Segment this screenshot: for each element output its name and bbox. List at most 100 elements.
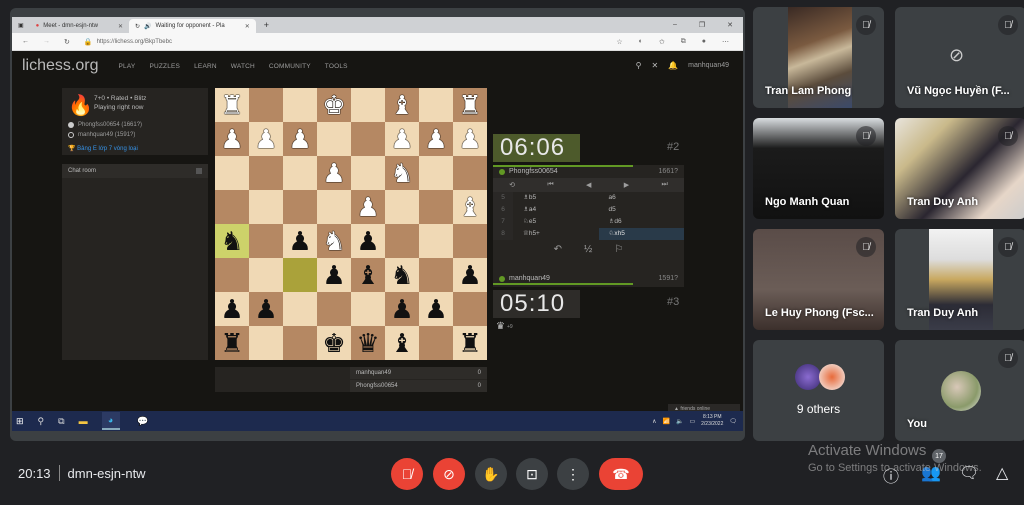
white-king-piece[interactable]: ♚ bbox=[322, 92, 345, 118]
last-move-icon[interactable]: ⏭ bbox=[662, 181, 668, 189]
restore-button[interactable]: ❐ bbox=[699, 21, 705, 29]
white-knight-piece[interactable]: ♞ bbox=[390, 160, 413, 186]
profile-icon[interactable]: ● bbox=[702, 38, 706, 46]
board-square[interactable] bbox=[283, 156, 317, 190]
board-square[interactable]: ♟ bbox=[249, 122, 283, 156]
extension-icon[interactable]: ◐ bbox=[639, 38, 643, 46]
black-pawn-piece[interactable]: ♟ bbox=[254, 296, 277, 322]
board-square[interactable] bbox=[283, 292, 317, 326]
white-player[interactable]: Phongfss00654 (1661?) bbox=[68, 122, 142, 128]
notification-bell-icon[interactable]: 🔔 bbox=[668, 61, 678, 70]
opponent-name[interactable]: Phongfss00654 bbox=[509, 168, 558, 175]
volume-icon[interactable]: 🔈 bbox=[676, 418, 683, 425]
windows-start-icon[interactable]: ⊞ bbox=[16, 416, 24, 427]
chat-toggle[interactable] bbox=[196, 168, 202, 174]
board-square[interactable]: ♟ bbox=[215, 292, 249, 326]
move-white[interactable]: ♗b5 bbox=[513, 192, 599, 204]
black-pawn-piece[interactable]: ♟ bbox=[356, 228, 379, 254]
board-square[interactable]: ♟ bbox=[283, 122, 317, 156]
board-square[interactable] bbox=[215, 258, 249, 292]
board-square[interactable]: ♛ bbox=[351, 326, 385, 360]
board-square[interactable] bbox=[215, 190, 249, 224]
edge-icon[interactable]: ◕ bbox=[101, 412, 120, 430]
close-window-button[interactable]: ✕ bbox=[727, 21, 733, 29]
white-pawn-piece[interactable]: ♟ bbox=[288, 126, 311, 152]
board-square[interactable]: ♟ bbox=[419, 292, 453, 326]
board-square[interactable] bbox=[453, 156, 487, 190]
white-bishop-piece[interactable]: ♝ bbox=[458, 194, 481, 220]
board-square[interactable] bbox=[317, 122, 351, 156]
nav-tools[interactable]: TOOLS bbox=[325, 63, 348, 70]
move-black[interactable]: ♗d6 bbox=[599, 216, 685, 228]
prev-move-icon[interactable]: ◀ bbox=[586, 181, 591, 189]
minimize-button[interactable]: – bbox=[673, 21, 677, 29]
white-pawn-piece[interactable]: ♟ bbox=[322, 160, 345, 186]
collections-icon[interactable]: ⧉ bbox=[681, 38, 686, 46]
board-square[interactable]: ♝ bbox=[385, 326, 419, 360]
board-square[interactable]: ♟ bbox=[351, 224, 385, 258]
board-square[interactable] bbox=[351, 292, 385, 326]
board-square[interactable]: ♟ bbox=[419, 122, 453, 156]
nav-puzzles[interactable]: PUZZLES bbox=[149, 63, 180, 70]
board-square[interactable] bbox=[283, 258, 317, 292]
board-square[interactable]: ♞ bbox=[385, 258, 419, 292]
more-options-button[interactable]: ⋮ bbox=[557, 458, 589, 490]
resign-flag-icon[interactable]: ⚐ bbox=[614, 244, 623, 255]
board-square[interactable]: ♟ bbox=[385, 292, 419, 326]
black-knight-piece[interactable]: ♞ bbox=[220, 228, 243, 254]
white-knight-piece[interactable]: ♞ bbox=[322, 228, 345, 254]
ct-player[interactable]: Phongfss00654 bbox=[356, 383, 398, 389]
tournament-link[interactable]: 🏆 Bảng E lớp 7 vòng loại bbox=[62, 145, 208, 157]
board-square[interactable]: ♟ bbox=[215, 122, 249, 156]
nav-play[interactable]: PLAY bbox=[118, 63, 135, 70]
white-pawn-piece[interactable]: ♟ bbox=[254, 126, 277, 152]
white-pawn-piece[interactable]: ♟ bbox=[458, 126, 481, 152]
close-tab-icon[interactable]: ✕ bbox=[118, 23, 123, 30]
board-square[interactable]: ♜ bbox=[215, 326, 249, 360]
first-move-icon[interactable]: ⏮ bbox=[547, 181, 553, 189]
board-square[interactable]: ♟ bbox=[453, 122, 487, 156]
board-square[interactable] bbox=[351, 122, 385, 156]
board-square[interactable]: ♟ bbox=[385, 122, 419, 156]
board-square[interactable]: ♞ bbox=[317, 224, 351, 258]
back-icon[interactable]: ← bbox=[22, 38, 29, 45]
board-square[interactable]: ♝ bbox=[351, 258, 385, 292]
board-square[interactable]: ♜ bbox=[215, 88, 249, 122]
flip-board-icon[interactable]: ⟲ bbox=[509, 181, 515, 189]
chat-app-icon[interactable]: 💬 bbox=[134, 412, 152, 430]
board-square[interactable]: ♟ bbox=[317, 156, 351, 190]
board-square[interactable] bbox=[317, 292, 351, 326]
board-square[interactable] bbox=[419, 224, 453, 258]
mic-toggle-button[interactable]: 🎙̸ bbox=[391, 458, 423, 490]
participant-tile[interactable]: 🎙̸ Le Huy Phong (Fsc... bbox=[753, 229, 884, 330]
others-tile[interactable]: 9 others bbox=[753, 340, 884, 441]
board-square[interactable] bbox=[419, 156, 453, 190]
board-square[interactable] bbox=[419, 190, 453, 224]
nav-learn[interactable]: LEARN bbox=[194, 63, 217, 70]
notification-icon[interactable]: 🗨 bbox=[729, 418, 737, 425]
offer-draw-icon[interactable]: ½ bbox=[584, 244, 592, 255]
nav-watch[interactable]: WATCH bbox=[231, 63, 255, 70]
ct-player[interactable]: manhquan49 bbox=[356, 370, 391, 376]
board-square[interactable]: ♝ bbox=[453, 190, 487, 224]
taskbar-clock[interactable]: 8:13 PM 2/23/2022 bbox=[701, 414, 723, 428]
tab-actions-icon[interactable]: ▣ bbox=[18, 22, 24, 29]
close-tab-icon[interactable]: ✕ bbox=[245, 23, 250, 30]
favorite-star-icon[interactable]: ☆ bbox=[616, 38, 622, 46]
favorites-icon[interactable]: ✩ bbox=[659, 38, 665, 46]
black-pawn-piece[interactable]: ♟ bbox=[322, 262, 345, 288]
search-icon[interactable]: ⚲ bbox=[38, 416, 45, 427]
board-square[interactable] bbox=[283, 190, 317, 224]
board-square[interactable] bbox=[453, 224, 487, 258]
participant-tile[interactable]: 🎙̸ Tran Duy Anh bbox=[895, 118, 1024, 219]
board-square[interactable]: ♟ bbox=[351, 190, 385, 224]
white-pawn-piece[interactable]: ♟ bbox=[356, 194, 379, 220]
nav-community[interactable]: COMMUNITY bbox=[269, 63, 311, 70]
leave-call-button[interactable]: ☎ bbox=[599, 458, 643, 490]
board-square[interactable]: ♜ bbox=[453, 326, 487, 360]
board-square[interactable] bbox=[453, 292, 487, 326]
refresh-icon[interactable]: ↻ bbox=[64, 38, 70, 46]
forward-icon[interactable]: → bbox=[43, 38, 50, 45]
battery-icon[interactable]: ▭ bbox=[689, 418, 695, 425]
white-rook-piece[interactable]: ♜ bbox=[220, 92, 243, 118]
